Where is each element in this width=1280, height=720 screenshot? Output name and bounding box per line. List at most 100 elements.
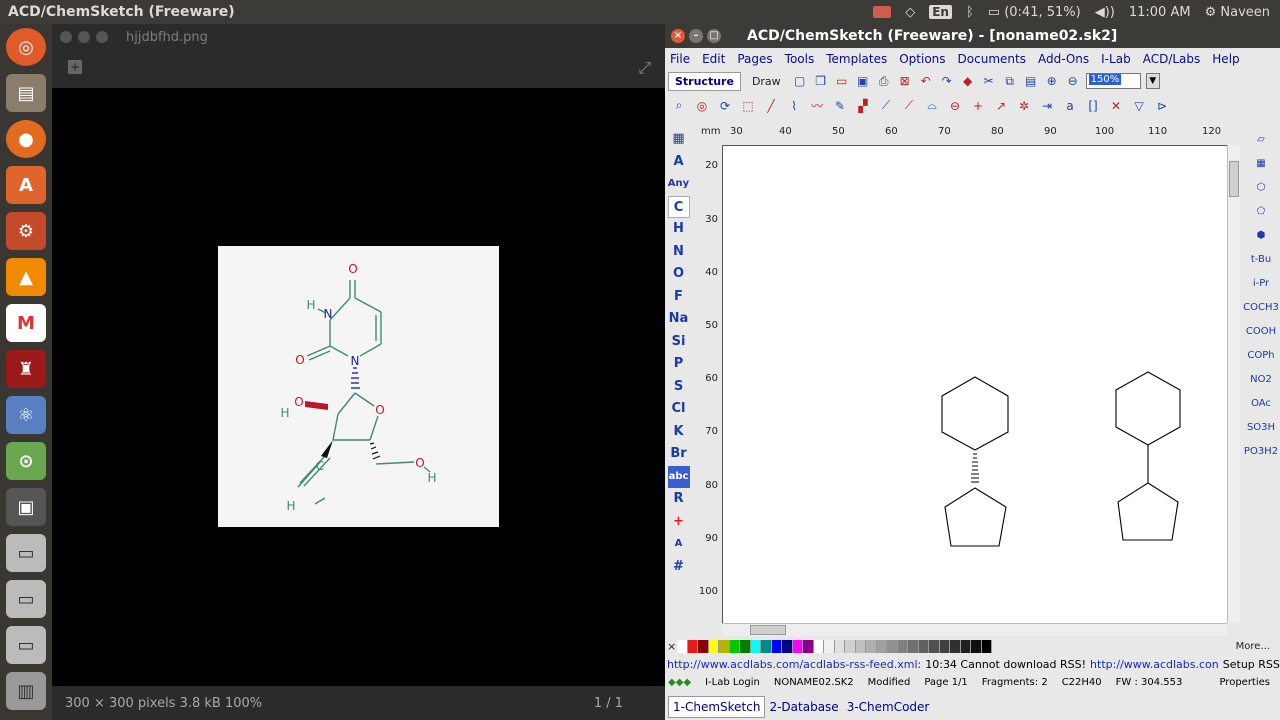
battery-indicator[interactable]: ▭ (0:41, 51%): [988, 5, 1081, 20]
numbering-tool[interactable]: #: [668, 556, 690, 579]
clock[interactable]: 11:00 AM: [1129, 5, 1191, 20]
zoom-out-icon[interactable]: ⊖: [1065, 73, 1081, 89]
tab-chemsketch[interactable]: 1-ChemSketch: [668, 696, 766, 718]
minimize-icon[interactable]: [78, 31, 90, 43]
chevron-down-icon[interactable]: ▼: [1145, 73, 1160, 89]
ubuntu-dash-icon[interactable]: ◎: [6, 28, 46, 66]
color-swatch[interactable]: [960, 639, 971, 653]
wine-icon[interactable]: ♜: [6, 350, 46, 388]
ilab-login[interactable]: I-Lab Login: [705, 677, 760, 688]
table-icon[interactable]: ▦: [668, 128, 690, 151]
group-tbu[interactable]: t-Bu: [1243, 248, 1279, 272]
element-h[interactable]: H: [668, 218, 690, 241]
delete-page-icon[interactable]: ⊠: [897, 73, 913, 89]
menu-templates[interactable]: Templates: [826, 52, 887, 66]
trash-icon[interactable]: ▥: [6, 672, 46, 710]
template-cyclopentane-icon[interactable]: ⬠: [1243, 200, 1279, 224]
new-page-icon[interactable]: ▢: [792, 73, 808, 89]
color-swatch[interactable]: [803, 639, 814, 653]
color-swatch[interactable]: [677, 639, 688, 653]
drive-icon-3[interactable]: ▭: [6, 626, 46, 664]
color-swatch[interactable]: [792, 639, 803, 653]
redo-icon[interactable]: ↷: [939, 73, 955, 89]
user-menu[interactable]: ⚙ Naveen: [1205, 5, 1270, 20]
element-s[interactable]: S: [668, 376, 690, 399]
files-icon[interactable]: ▤: [6, 74, 46, 112]
color-swatch[interactable]: [971, 639, 982, 653]
color-swatch[interactable]: [782, 639, 793, 653]
down-bond-icon[interactable]: ⟋: [901, 98, 917, 114]
horizontal-scrollbar[interactable]: [722, 623, 1227, 636]
vertical-scroll-thumb[interactable]: [1229, 161, 1239, 197]
camera-indicator-icon[interactable]: [873, 6, 892, 18]
rss-feed-link[interactable]: http://www.acdlabs.com/acdlabs-rss-feed.…: [667, 658, 921, 671]
maximize-icon[interactable]: [96, 31, 108, 43]
element-k[interactable]: K: [668, 421, 690, 444]
menu-ilab[interactable]: I-Lab: [1101, 52, 1131, 66]
group-coch3[interactable]: COCH3: [1243, 296, 1279, 320]
drive-icon-2[interactable]: ▭: [6, 580, 46, 618]
eraser-icon[interactable]: ◆: [960, 73, 976, 89]
template-cyclohexene-icon[interactable]: ⬢: [1243, 224, 1279, 248]
arrow-icon[interactable]: ↗: [993, 98, 1009, 114]
color-swatch[interactable]: [897, 639, 908, 653]
color-swatch[interactable]: [939, 639, 950, 653]
color-swatch[interactable]: [855, 639, 866, 653]
atom-properties-tool[interactable]: A: [668, 533, 690, 556]
flip-icon[interactable]: ⊳: [1154, 98, 1170, 114]
pencil-icon[interactable]: ✎: [832, 98, 848, 114]
group-oac[interactable]: OAc: [1243, 392, 1279, 416]
no-color-icon[interactable]: ×: [667, 640, 677, 653]
color-swatch[interactable]: [950, 639, 961, 653]
element-si[interactable]: Si: [668, 331, 690, 354]
menu-help[interactable]: Help: [1212, 52, 1239, 66]
more-colors-button[interactable]: More...: [1236, 641, 1270, 652]
gallery-icon[interactable]: +: [68, 60, 82, 74]
color-swatch[interactable]: [918, 639, 929, 653]
ring-link-icon[interactable]: ⊖: [947, 98, 963, 114]
zoom-tool-icon[interactable]: ⌕: [671, 98, 687, 114]
charge-tool[interactable]: +: [668, 511, 690, 534]
color-swatch[interactable]: [740, 639, 751, 653]
element-a[interactable]: A: [668, 151, 690, 174]
element-n[interactable]: N: [668, 241, 690, 264]
chemsketch-icon[interactable]: ⚛: [6, 396, 46, 434]
tab-draw[interactable]: Draw: [746, 73, 787, 90]
select-icon[interactable]: ⬚: [740, 98, 756, 114]
template-cyclohexane-icon[interactable]: ⬡: [1243, 176, 1279, 200]
settings-icon[interactable]: ⚙: [6, 212, 46, 250]
menu-options[interactable]: Options: [899, 52, 945, 66]
wifi-icon[interactable]: ◇: [905, 5, 915, 20]
zoom-select[interactable]: 150%: [1085, 73, 1141, 89]
print-icon[interactable]: ⎙: [876, 73, 892, 89]
fullscreen-icon[interactable]: ⤢: [638, 58, 651, 78]
menu-documents[interactable]: Documents: [958, 52, 1026, 66]
ring-tool-icon[interactable]: ⌓: [924, 98, 940, 114]
vertical-scrollbar[interactable]: [1227, 145, 1240, 623]
element-any[interactable]: Any: [668, 173, 690, 196]
copy-page-icon[interactable]: ❐: [813, 73, 829, 89]
vlc-icon[interactable]: ▲: [6, 258, 46, 296]
software-center-icon[interactable]: A: [6, 166, 46, 204]
element-br[interactable]: Br: [668, 443, 690, 466]
menu-edit[interactable]: Edit: [702, 52, 725, 66]
paste-icon[interactable]: ▤: [1023, 73, 1039, 89]
filter-icon[interactable]: ▽: [1131, 98, 1147, 114]
element-f[interactable]: F: [668, 286, 690, 309]
draw-continuous-icon[interactable]: ⌇: [786, 98, 802, 114]
group-ipr[interactable]: i-Pr: [1243, 272, 1279, 296]
copy-icon[interactable]: ⧉: [1002, 73, 1018, 89]
volume-icon[interactable]: ◀)): [1095, 5, 1115, 20]
gmail-icon[interactable]: M: [6, 304, 46, 342]
menu-addons[interactable]: Add-Ons: [1038, 52, 1089, 66]
color-swatch[interactable]: [750, 639, 761, 653]
rotate-tool-icon[interactable]: ◎: [694, 98, 710, 114]
drive-icon-1[interactable]: ▭: [6, 534, 46, 572]
clean-icon[interactable]: ✲: [1016, 98, 1032, 114]
color-swatch[interactable]: [824, 639, 835, 653]
horizontal-scroll-thumb[interactable]: [750, 625, 786, 635]
reaction-arrow-icon[interactable]: ⇥: [1039, 98, 1055, 114]
menu-file[interactable]: File: [670, 52, 690, 66]
color-swatch[interactable]: [929, 639, 940, 653]
zoom-in-icon[interactable]: ⊕: [1044, 73, 1060, 89]
